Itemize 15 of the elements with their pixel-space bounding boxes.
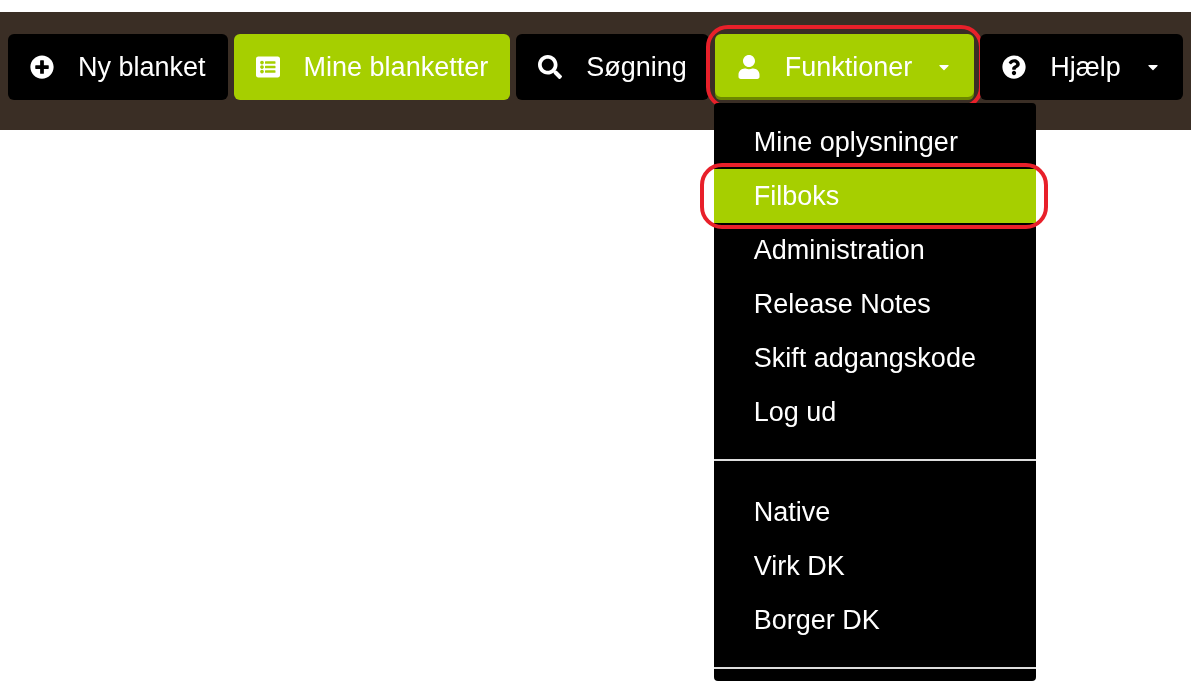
nav-button[interactable]: Hjælp xyxy=(980,34,1183,100)
menu-item[interactable]: Skift adgangskode xyxy=(713,331,1036,385)
menu-item[interactable]: Mine oplysninger xyxy=(713,115,1036,169)
nav-button[interactable]: Ny blanket xyxy=(8,34,228,100)
menu-item[interactable]: Administration xyxy=(713,223,1036,277)
nav-button[interactable]: Søgning xyxy=(516,34,709,100)
user-icon xyxy=(736,55,761,79)
menu-item[interactable]: Borger DK xyxy=(713,593,1036,647)
menu-item[interactable]: Release Notes xyxy=(713,277,1036,331)
search-icon xyxy=(538,55,563,79)
menu-item[interactable]: Log ud xyxy=(713,385,1036,439)
help-icon xyxy=(1002,55,1027,79)
list-icon xyxy=(255,55,280,79)
menu-item[interactable]: Native xyxy=(713,485,1036,539)
menu-item[interactable]: Virk DK xyxy=(713,539,1036,593)
